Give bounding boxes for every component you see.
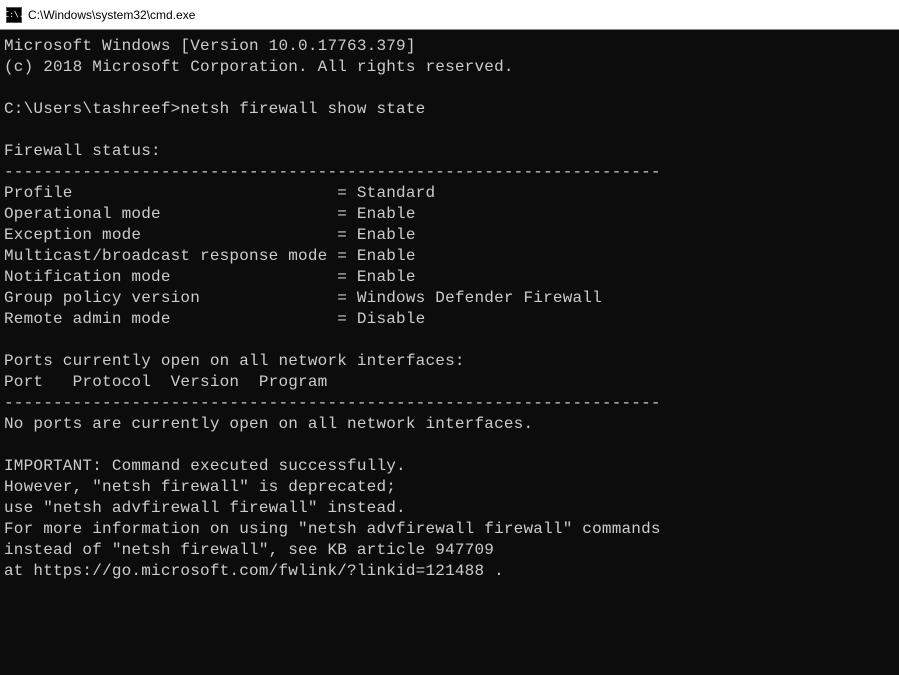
cmd-icon: C:\.	[6, 7, 22, 23]
titlebar[interactable]: C:\. C:\Windows\system32\cmd.exe	[0, 0, 899, 30]
important-6: at https://go.microsoft.com/fwlink/?link…	[4, 562, 504, 580]
row-profile: Profile = Standard	[4, 184, 435, 202]
row-exception: Exception mode = Enable	[4, 226, 416, 244]
titlebar-path: C:\Windows\system32\cmd.exe	[28, 8, 195, 22]
divider: ----------------------------------------…	[4, 394, 661, 412]
row-opmode: Operational mode = Enable	[4, 205, 416, 223]
prompt-line: C:\Users\tashreef>netsh firewall show st…	[4, 100, 425, 118]
status-header: Firewall status:	[4, 142, 161, 160]
ports-header: Ports currently open on all network inte…	[4, 352, 465, 370]
divider: ----------------------------------------…	[4, 163, 661, 181]
important-2: However, "netsh firewall" is deprecated;	[4, 478, 396, 496]
row-notification: Notification mode = Enable	[4, 268, 416, 286]
console-output[interactable]: Microsoft Windows [Version 10.0.17763.37…	[0, 30, 899, 588]
ports-columns: Port Protocol Version Program	[4, 373, 327, 391]
important-3: use "netsh advfirewall firewall" instead…	[4, 499, 406, 517]
row-remoteadmin: Remote admin mode = Disable	[4, 310, 425, 328]
row-multicast: Multicast/broadcast response mode = Enab…	[4, 247, 416, 265]
important-1: IMPORTANT: Command executed successfully…	[4, 457, 406, 475]
row-gpolicy: Group policy version = Windows Defender …	[4, 289, 602, 307]
no-ports: No ports are currently open on all netwo…	[4, 415, 533, 433]
line-version: Microsoft Windows [Version 10.0.17763.37…	[4, 37, 416, 55]
important-4: For more information on using "netsh adv…	[4, 520, 661, 538]
important-5: instead of "netsh firewall", see KB arti…	[4, 541, 494, 559]
line-copyright: (c) 2018 Microsoft Corporation. All righ…	[4, 58, 514, 76]
